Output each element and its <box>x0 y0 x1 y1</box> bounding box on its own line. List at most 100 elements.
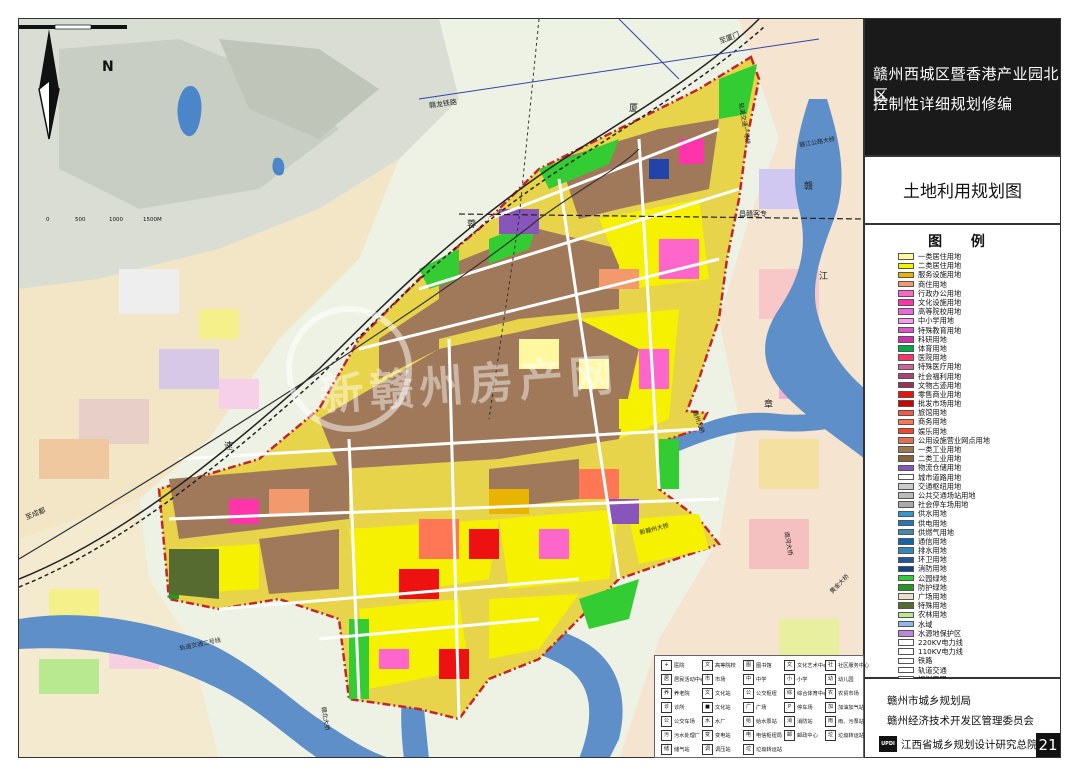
legend-swatch <box>898 639 914 646</box>
legend-label: 服务设施用地 <box>918 270 962 280</box>
facility-legend-label: 电信枢纽局 <box>756 733 782 739</box>
facility-legend-item: 农农贸市场 <box>825 688 859 699</box>
legend-swatch <box>898 648 914 655</box>
legend-label: 批发市场用地 <box>918 399 962 409</box>
legend-swatch <box>898 630 914 637</box>
legend-list: 一类居住用地 二类居住用地 服务设施用地 商住用地 行政办公用地 文化设施用地 高等院校用地… <box>898 252 1058 693</box>
facility-legend-item: + 医院 <box>661 660 684 671</box>
legend-panel: 图 例 一类居住用地 二类居住用地 服务设施用地 商住用地 行政办公用地 文化设施用地 高等… <box>864 224 1061 693</box>
institute-logo: UPDI <box>879 736 897 752</box>
legend-label: 娱乐用地 <box>918 426 947 436</box>
facility-legend-item: 幼幼儿园 <box>825 674 854 685</box>
legend-label: 交通枢纽用地 <box>918 481 962 491</box>
facility-legend-item: 公公交枢纽 <box>743 688 777 699</box>
facility-symbol-icon: 广 <box>743 702 754 713</box>
facility-legend-item: 雨雨、污泵站 <box>825 716 864 727</box>
legend-label: 消防用地 <box>918 564 947 574</box>
scale-bar <box>19 24 127 30</box>
facility-symbol-icon: 污 <box>661 730 672 741</box>
legend-swatch <box>898 363 914 371</box>
legend-swatch <box>898 464 914 472</box>
road-char: 速 <box>224 442 234 452</box>
legend-item: 防护绿地 <box>898 583 1058 592</box>
legend-item: 特殊医疗用地 <box>898 362 1058 371</box>
facility-symbol-icon: 公 <box>661 716 672 727</box>
facility-legend-label: 停车场 <box>797 705 813 711</box>
legend-item: 旅馆用地 <box>898 408 1058 417</box>
facility-legend-label: 变电站 <box>715 733 731 739</box>
facility-legend-item: 图图书馆 <box>743 660 772 671</box>
legend-label: 防护绿地 <box>918 582 947 592</box>
legend-item: 商务用地 <box>898 417 1058 426</box>
legend-swatch <box>898 290 914 297</box>
facility-symbol-icon: 公 <box>743 688 754 699</box>
facility-legend-label: 市场 <box>715 677 726 683</box>
legend-item: 供燃气用地 <box>898 528 1058 537</box>
legend-item: 一类工业用地 <box>898 445 1058 454</box>
legend-swatch <box>898 336 914 343</box>
facility-symbol-icon: 诊 <box>661 702 672 713</box>
legend-swatch <box>898 574 914 582</box>
facility-legend-item: 储储气站 <box>661 744 690 755</box>
legend-swatch <box>898 326 914 334</box>
legend-label: 特殊教育用地 <box>918 325 962 335</box>
legend-label: 农林用地 <box>918 610 947 620</box>
title-panel: 赣州西城区暨香港产业园北区 控制性详细规划修编 <box>864 18 1061 156</box>
legend-item: 社会福利用地 <box>898 371 1058 381</box>
facility-legend-item: ■ 文化站 <box>702 702 731 713</box>
facility-legend-item: P 停车场 <box>784 702 813 713</box>
legend-swatch <box>898 446 914 453</box>
legend-label: 公用设施营业网点用地 <box>918 435 990 445</box>
facility-legend-item: 广广场 <box>743 702 766 713</box>
legend-item: 交通枢纽用地 <box>898 482 1058 491</box>
legend-item: 铁路 <box>898 656 1058 665</box>
facility-legend-item: 中中学 <box>743 674 766 685</box>
facility-legend-item: 调调压站 <box>702 744 731 755</box>
legend-label: 体育用地 <box>918 343 947 353</box>
facility-legend-item: 邮邮政中心 <box>784 730 818 741</box>
facility-symbol-icon: 储 <box>661 744 672 755</box>
legend-label: 一类工业用地 <box>918 445 962 455</box>
legend-swatch <box>898 427 914 435</box>
legend-swatch <box>898 657 914 665</box>
facility-legend-label: 公交枢纽 <box>756 691 777 697</box>
facility-symbol-icon: + <box>661 660 672 671</box>
credit-line-1: 赣州市城乡规划局 <box>887 695 971 707</box>
facility-symbol-icon: 邮 <box>784 730 795 741</box>
facility-legend-item: 电电信枢纽局 <box>743 730 782 741</box>
legend-swatch <box>898 455 914 462</box>
facility-legend-label: 诊所 <box>674 705 685 711</box>
facility-legend-label: 小学 <box>797 677 808 683</box>
legend-label: 物流仓储用地 <box>918 463 962 473</box>
facility-symbol-icon: 变 <box>702 730 713 741</box>
legend-item: 排水用地 <box>898 546 1058 555</box>
facility-legend-label: 雨、污泵站 <box>838 719 864 725</box>
river-char: 章 <box>764 400 774 410</box>
legend-item: 零售商业用地 <box>898 390 1058 399</box>
legend-swatch <box>898 593 914 600</box>
legend-label: 科研用地 <box>918 334 947 344</box>
facility-legend-label: 综合体育中心 <box>797 691 829 697</box>
facility-symbol-icon: 居 <box>661 674 672 685</box>
facility-symbol-icon: 水 <box>702 716 713 727</box>
facility-symbol-icon: P <box>784 702 795 713</box>
legend-label: 广场用地 <box>918 592 947 602</box>
facility-symbol-icon: 农 <box>825 688 836 699</box>
facility-legend-item: 文文化站 <box>702 688 731 699</box>
legend-item: 公用设施营业网点用地 <box>898 436 1058 445</box>
legend-swatch <box>898 492 914 499</box>
legend-item: 农林用地 <box>898 610 1058 619</box>
facility-legend-item: 垃垃圾转运站 <box>743 744 782 755</box>
legend-item: 轨道交通 <box>898 665 1058 675</box>
facility-symbol-icon: 给 <box>743 716 754 727</box>
legend-swatch <box>898 308 914 315</box>
facility-legend-item: 污污水处理厂 <box>661 730 700 741</box>
legend-item: 行政办公用地 <box>898 289 1058 298</box>
credit-panel: 赣州市城乡规划局 赣州经济技术开发区管理委员会 UPDI 江西省城乡规划设计研究… <box>864 678 1061 758</box>
legend-item: 特殊教育用地 <box>898 326 1058 335</box>
legend-label: 一类居住用地 <box>918 252 962 262</box>
legend-item: 高等院校用地 <box>898 307 1058 316</box>
legend-label: 公园绿地 <box>918 573 947 583</box>
facility-legend-item: 居居民活动中心 <box>661 674 705 685</box>
legend-swatch <box>898 354 914 361</box>
